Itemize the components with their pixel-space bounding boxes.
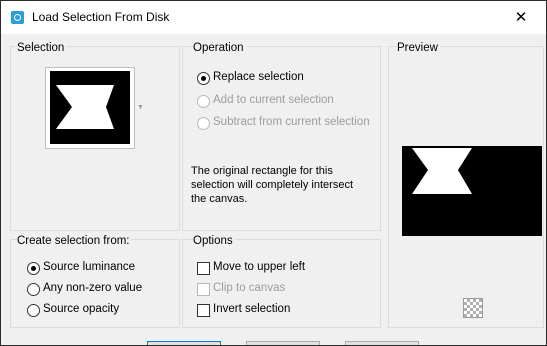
selection-thumbnail-dropdown[interactable] (45, 67, 135, 149)
preview-image (402, 146, 542, 236)
help-button[interactable] (345, 341, 419, 345)
radio-label: Source luminance (43, 261, 136, 273)
checkbox[interactable] (197, 283, 210, 296)
radio-button[interactable] (27, 283, 40, 296)
ok-button[interactable] (147, 341, 221, 345)
radio-button[interactable] (27, 304, 40, 317)
radio-button[interactable] (197, 72, 210, 85)
checkbox-label: Move to upper left (213, 261, 306, 273)
cancel-button[interactable] (246, 341, 320, 345)
title-bar: Load Selection From Disk ✕ (1, 1, 546, 34)
window-title: Load Selection From Disk (32, 10, 170, 24)
checkbox-label: Invert selection (213, 303, 291, 315)
radio-label: Subtract from current selection (213, 116, 370, 128)
app-icon (11, 11, 24, 24)
dialog-window: Load Selection From Disk ✕ Selection ▼ O… (0, 0, 547, 346)
radio-button[interactable] (197, 117, 210, 130)
close-icon[interactable]: ✕ (509, 7, 533, 29)
options-panel-title: Options (193, 235, 235, 247)
radio-button[interactable] (27, 262, 40, 275)
radio-label: Any non-zero value (43, 282, 143, 294)
chevron-down-icon[interactable]: ▼ (137, 104, 144, 111)
selection-panel-title: Selection (17, 42, 67, 54)
radio-label: Source opacity (43, 303, 120, 315)
create-selection-from-title: Create selection from: (17, 235, 132, 247)
checkbox[interactable] (197, 262, 210, 275)
selection-thumbnail-image (50, 71, 130, 144)
operation-note: The original rectangle for this selectio… (191, 165, 354, 205)
operation-panel-title: Operation (193, 42, 246, 54)
radio-label: Add to current selection (213, 94, 334, 106)
radio-label: Replace selection (213, 71, 304, 83)
checkbox[interactable] (197, 304, 210, 317)
transparency-checker-icon[interactable] (463, 298, 483, 318)
checkbox-label: Clip to canvas (213, 282, 286, 294)
preview-panel-title: Preview (397, 42, 440, 54)
radio-button[interactable] (197, 95, 210, 108)
